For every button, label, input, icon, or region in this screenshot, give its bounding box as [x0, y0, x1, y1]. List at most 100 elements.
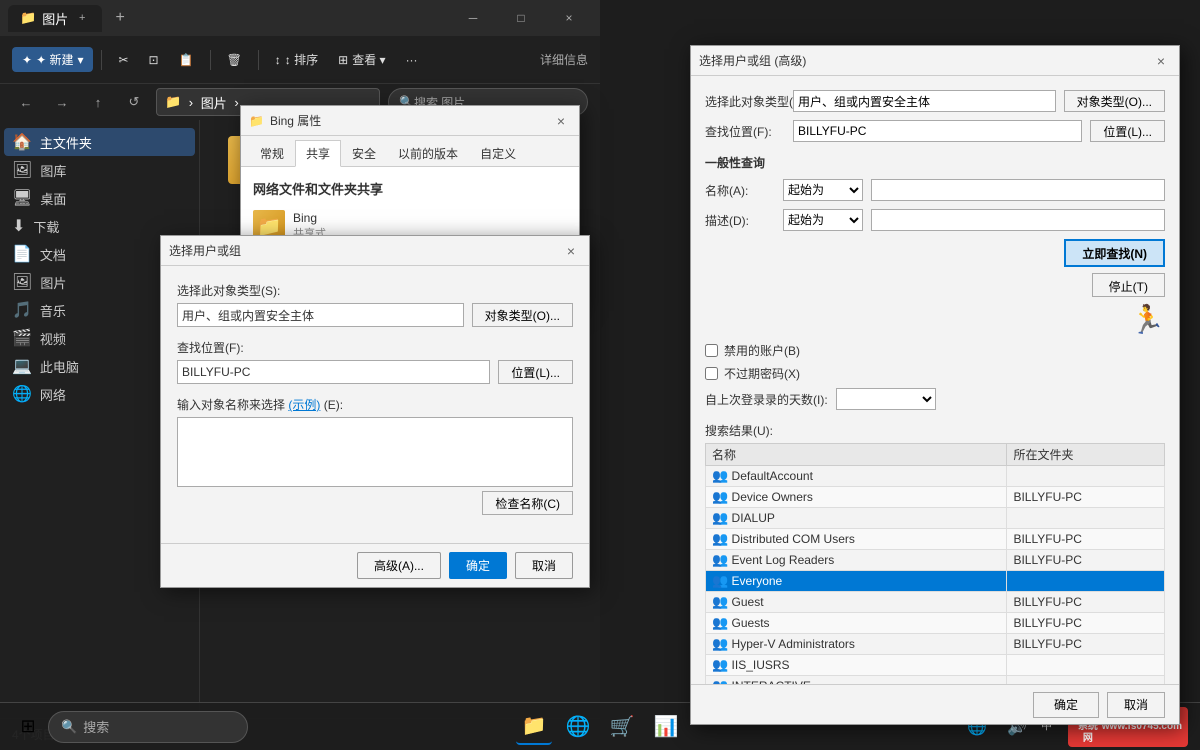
adv-close-btn[interactable]: ×	[1151, 51, 1171, 71]
adv-title: 选择用户或组 (高级)	[699, 52, 1151, 69]
adv-desc-condition[interactable]: 起始为	[783, 209, 863, 231]
adv-days-label: 自上次登录录的天数(I):	[705, 391, 828, 408]
taskbar-edge-icon[interactable]: 🌐	[560, 709, 596, 745]
close-btn[interactable]: ×	[546, 3, 592, 33]
result-row-7[interactable]: 👥 GuestsBILLYFU-PC	[706, 613, 1165, 634]
adv-name-input[interactable]	[871, 179, 1165, 201]
adv-cancel-btn[interactable]: 取消	[1107, 692, 1165, 718]
download-icon: ⬇	[12, 216, 25, 236]
select-user-title: 选择用户或组	[169, 242, 561, 259]
sidebar-item-desktop[interactable]: 🖥 桌面	[4, 184, 195, 212]
bing-tab-custom[interactable]: 自定义	[469, 140, 527, 166]
new-tab-btn[interactable]: +	[106, 4, 134, 32]
result-row-9[interactable]: 👥 IIS_IUSRS	[706, 655, 1165, 676]
select-user-cancel-btn[interactable]: 取消	[515, 552, 573, 579]
bing-tab-security[interactable]: 安全	[341, 140, 387, 166]
view-btn[interactable]: ⊞ 查看 ▾	[330, 47, 393, 72]
detail-info-label: 详细信息	[540, 51, 588, 68]
bing-props-titlebar: 📁 Bing 属性 ×	[241, 106, 579, 136]
disabled-accounts-checkbox[interactable]	[705, 344, 718, 357]
adv-desc-label: 描述(D):	[705, 212, 775, 229]
object-name-input[interactable]	[177, 417, 573, 487]
sidebar-item-gallery[interactable]: 🖼 图库	[4, 156, 195, 184]
result-row-3[interactable]: 👥 Distributed COM UsersBILLYFU-PC	[706, 529, 1165, 550]
disabled-accounts-label: 禁用的账户(B)	[724, 342, 800, 359]
result-row-1[interactable]: 👥 Device OwnersBILLYFU-PC	[706, 487, 1165, 508]
refresh-btn[interactable]: ↺	[120, 88, 148, 116]
forward-btn[interactable]: →	[48, 88, 76, 116]
result-row-10[interactable]: 👥 INTERACTIVE	[706, 676, 1165, 685]
result-name-9: 👥 IIS_IUSRS	[706, 655, 1007, 676]
object-type-btn[interactable]: 对象类型(O)...	[472, 303, 573, 327]
no-expire-checkbox[interactable]	[705, 367, 718, 380]
gallery-icon: 🖼	[12, 160, 32, 180]
adv-runner-icon: 🏃	[705, 303, 1165, 336]
taskbar-store-icon[interactable]: 🛒	[604, 709, 640, 745]
bing-props-close-btn[interactable]: ×	[551, 111, 571, 131]
adv-days-select[interactable]	[836, 388, 936, 410]
select-user-ok-btn[interactable]: 确定	[449, 552, 507, 579]
tab-label: 图片	[42, 9, 68, 28]
adv-general-title: 一般性查询	[705, 154, 1165, 171]
result-location-6: BILLYFU-PC	[1007, 592, 1165, 613]
object-type-value: 用户、组或内置安全主体	[177, 303, 464, 327]
result-location-4: BILLYFU-PC	[1007, 550, 1165, 571]
select-user-close-btn[interactable]: ×	[561, 241, 581, 261]
tab-close-btn[interactable]: +	[74, 10, 90, 26]
maximize-btn[interactable]: □	[498, 3, 544, 33]
taskbar-search-icon: 🔍	[61, 719, 77, 735]
taskbar-search[interactable]: 🔍 搜索	[48, 711, 248, 743]
result-row-8[interactable]: 👥 Hyper-V AdministratorsBILLYFU-PC	[706, 634, 1165, 655]
active-tab[interactable]: 📁 图片 +	[8, 5, 102, 32]
adv-object-type-label: 选择此对象类型(S):	[705, 93, 785, 110]
sidebar-item-home[interactable]: 🏠 主文件夹	[4, 128, 195, 156]
start-btn[interactable]: ⊞	[12, 711, 44, 743]
delete-btn[interactable]: 🗑	[219, 49, 250, 71]
adv-location-btn[interactable]: 位置(L)...	[1090, 120, 1165, 142]
home-icon: 🏠	[12, 132, 32, 152]
result-row-5[interactable]: 👥 Everyone	[706, 571, 1165, 592]
result-row-4[interactable]: 👥 Event Log ReadersBILLYFU-PC	[706, 550, 1165, 571]
advanced-btn[interactable]: 高级(A)...	[357, 552, 441, 579]
adv-object-type-btn[interactable]: 对象类型(O)...	[1064, 90, 1165, 112]
back-btn[interactable]: ←	[12, 88, 40, 116]
titlebar: 📁 图片 + + ─ □ ×	[0, 0, 600, 36]
new-btn[interactable]: ✦ ✦ 新建 ▾	[12, 47, 93, 72]
address-current: 图片	[201, 93, 227, 112]
taskbar-explorer-icon[interactable]: 📁	[516, 709, 552, 745]
result-row-2[interactable]: 👥 DIALUP	[706, 508, 1165, 529]
adv-desc-input[interactable]	[871, 209, 1165, 231]
adv-location-label: 查找位置(F):	[705, 123, 785, 140]
up-btn[interactable]: ↑	[84, 88, 112, 116]
check-name-area: 检查名称(C)	[177, 491, 573, 515]
sort-btn[interactable]: ↕ ↕ 排序	[267, 47, 326, 72]
adv-ok-btn[interactable]: 确定	[1033, 692, 1099, 718]
stop-btn[interactable]: 停止(T)	[1092, 273, 1165, 297]
view-icon: ⊞	[338, 53, 348, 67]
location-btn[interactable]: 位置(L)...	[498, 360, 573, 384]
cut-btn[interactable]: ✂	[110, 49, 136, 71]
search-now-btn[interactable]: 立即查找(N)	[1064, 239, 1165, 267]
check-name-btn[interactable]: 检查名称(C)	[482, 491, 573, 515]
bing-tab-sharing[interactable]: 共享	[295, 140, 341, 167]
example-link[interactable]: (示例)	[288, 398, 320, 412]
result-row-0[interactable]: 👥 DefaultAccount	[706, 466, 1165, 487]
paste-btn[interactable]: 📋	[171, 49, 202, 71]
sidebar-label-videos: 视频	[40, 329, 66, 348]
bing-tab-general[interactable]: 常规	[249, 140, 295, 166]
adv-footer: 确定 取消	[691, 684, 1179, 724]
more-btn[interactable]: ···	[398, 49, 426, 71]
adv-titlebar: 选择用户或组 (高级) ×	[691, 46, 1179, 76]
adv-name-condition[interactable]: 起始为	[783, 179, 863, 201]
taskbar-excel-icon[interactable]: 📊	[648, 709, 684, 745]
result-row-6[interactable]: 👥 GuestBILLYFU-PC	[706, 592, 1165, 613]
copy-btn[interactable]: ⊡	[141, 49, 167, 71]
minimize-btn[interactable]: ─	[450, 3, 496, 33]
bing-tab-previous[interactable]: 以前的版本	[387, 140, 469, 166]
object-type-input-area: 用户、组或内置安全主体 对象类型(O)...	[177, 303, 573, 327]
select-user-footer: 高级(A)... 确定 取消	[161, 543, 589, 587]
result-name-5: 👥 Everyone	[706, 571, 1007, 592]
sidebar-label-thispc: 此电脑	[40, 357, 79, 376]
row-icon: 👥	[712, 657, 728, 672]
toolbar: ✦ ✦ 新建 ▾ ✂ ⊡ 📋 🗑 ↕ ↕ 排序 ⊞ 查看 ▾ ··· 详细信息	[0, 36, 600, 84]
